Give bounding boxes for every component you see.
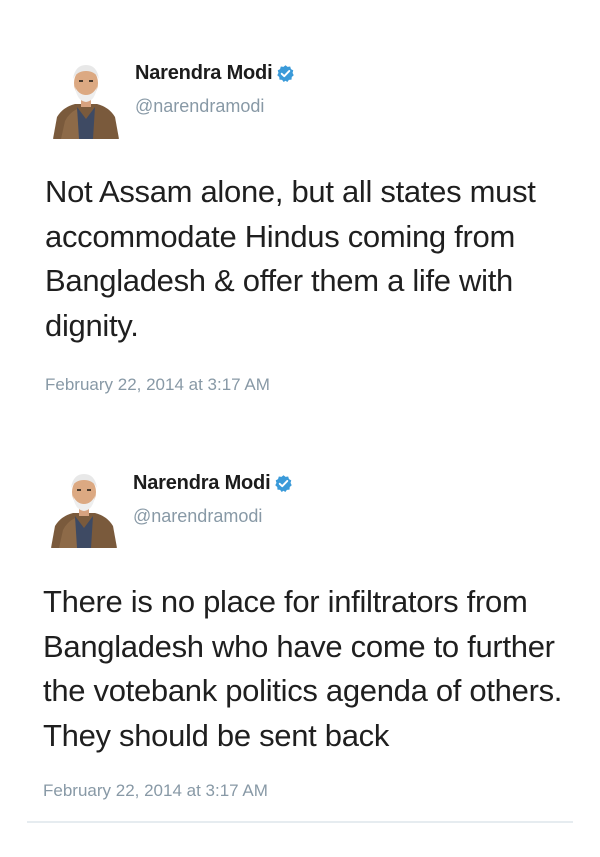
tweet-text: There is no place for infiltrators from … bbox=[43, 584, 563, 753]
verified-badge-icon bbox=[276, 64, 295, 83]
tweet-timestamp[interactable]: February 22, 2014 at 3:17 AM bbox=[45, 375, 270, 395]
divider bbox=[27, 821, 573, 823]
author-row: Narendra Modi bbox=[135, 62, 295, 85]
author-row: Narendra Modi bbox=[133, 472, 293, 495]
display-name[interactable]: Narendra Modi bbox=[135, 62, 273, 85]
avatar[interactable] bbox=[49, 466, 119, 548]
display-name[interactable]: Narendra Modi bbox=[133, 472, 271, 495]
avatar[interactable] bbox=[51, 57, 121, 139]
tweet-card[interactable]: Narendra Modi @narendramodi Not Assam al… bbox=[0, 0, 600, 420]
tweet-text: Not Assam alone, but all states must acc… bbox=[45, 174, 536, 343]
tweet-timestamp[interactable]: February 22, 2014 at 3:17 AM bbox=[43, 781, 268, 801]
user-handle[interactable]: @narendramodi bbox=[135, 96, 264, 117]
user-handle[interactable]: @narendramodi bbox=[133, 506, 262, 527]
tweet-card[interactable]: Narendra Modi @narendramodi There is no … bbox=[0, 420, 600, 820]
verified-badge-icon bbox=[274, 474, 293, 493]
